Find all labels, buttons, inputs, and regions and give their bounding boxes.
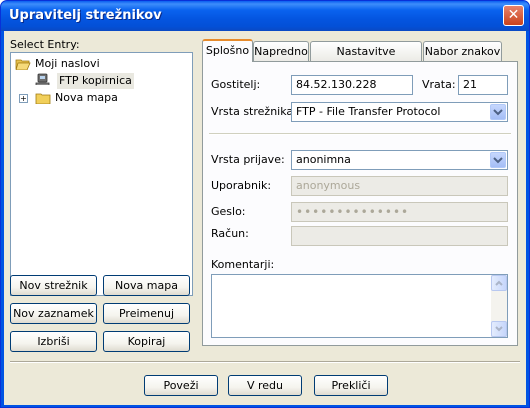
tab-transfer-settings[interactable]: Nastavitve prenosov — [310, 41, 422, 77]
scroll-up-button[interactable] — [491, 275, 507, 291]
divider — [209, 133, 511, 135]
port-input[interactable]: 21 — [458, 75, 508, 95]
close-icon: ✕ — [507, 7, 520, 23]
comments-label: Komentarji: — [211, 258, 275, 271]
cancel-button[interactable]: Prekliči — [314, 375, 388, 396]
port-label: Vrata: — [422, 78, 456, 91]
tab-advanced[interactable]: Napredno — [253, 41, 309, 61]
ok-button[interactable]: V redu — [228, 375, 302, 396]
folder-icon — [35, 93, 51, 104]
chevron-up-icon — [495, 280, 503, 286]
host-label: Gostitelj: — [211, 78, 261, 91]
dropdown-arrow-button[interactable] — [490, 152, 506, 168]
copy-button[interactable]: Kopiraj — [103, 331, 190, 352]
comments-textarea[interactable] — [211, 274, 508, 338]
settings-tabs: Splošno Napredno Nastavitve prenosov Nab… — [202, 39, 518, 346]
logon-type-label: Vrsta prijave: — [211, 153, 285, 166]
server-manager-window: Upravitelj strežnikov ✕ Select Entry: Mo… — [0, 0, 530, 408]
tree-label-ftp-server: FTP kopirnica — [57, 73, 134, 89]
tab-charset[interactable]: Nabor znakov — [423, 41, 502, 61]
expand-icon[interactable]: + — [19, 94, 28, 103]
tree-label-new-folder: Nova mapa — [55, 91, 118, 104]
scroll-down-button[interactable] — [491, 321, 507, 337]
dropdown-arrow-button[interactable] — [490, 104, 506, 120]
entry-tree[interactable]: Moji naslovi FTP kopirnica + Nova mapa — [10, 52, 193, 296]
delete-button[interactable]: Izbriši — [10, 331, 97, 352]
chevron-down-icon — [495, 326, 503, 332]
close-button[interactable]: ✕ — [503, 5, 524, 26]
password-input[interactable]: •••••••••••••• — [291, 202, 508, 222]
chevron-down-icon — [493, 109, 503, 116]
new-bookmark-button[interactable]: Nov zaznamek — [10, 303, 97, 324]
dialog-client: Select Entry: Moji naslovi FTP kopirnica… — [4, 31, 526, 405]
open-folder-icon — [15, 59, 31, 70]
vertical-scrollbar[interactable] — [491, 275, 507, 337]
window-title: Upravitelj strežnikov — [9, 8, 162, 23]
password-label: Geslo: — [211, 205, 246, 218]
rename-button[interactable]: Preimenuj — [103, 303, 190, 324]
chevron-down-icon — [493, 157, 503, 164]
account-input[interactable] — [291, 226, 508, 246]
tree-label-root: Moji naslovi — [35, 57, 100, 70]
server-type-value: FTP - File Transfer Protocol — [296, 105, 441, 118]
connect-button[interactable]: Poveži — [144, 375, 218, 396]
account-label: Račun: — [211, 227, 249, 240]
logon-type-select[interactable]: anonimna — [291, 150, 508, 170]
tab-general[interactable]: Splošno — [202, 39, 253, 62]
title-bar[interactable]: Upravitelj strežnikov ✕ — [1, 1, 529, 31]
footer-divider — [10, 361, 520, 363]
logon-type-value: anonimna — [296, 153, 351, 166]
server-icon — [35, 73, 50, 85]
general-panel: Gostitelj: 84.52.130.228 Vrata: 21 Vrsta… — [202, 61, 518, 346]
new-folder-button[interactable]: Nova mapa — [103, 275, 190, 296]
select-entry-label: Select Entry: — [10, 38, 80, 51]
server-type-select[interactable]: FTP - File Transfer Protocol — [291, 102, 508, 122]
user-input[interactable]: anonymous — [291, 176, 508, 196]
new-server-button[interactable]: Nov strežnik — [10, 275, 97, 296]
server-type-label: Vrsta strežnika: — [211, 105, 297, 118]
user-label: Uporabnik: — [211, 179, 272, 192]
host-input[interactable]: 84.52.130.228 — [291, 75, 413, 95]
